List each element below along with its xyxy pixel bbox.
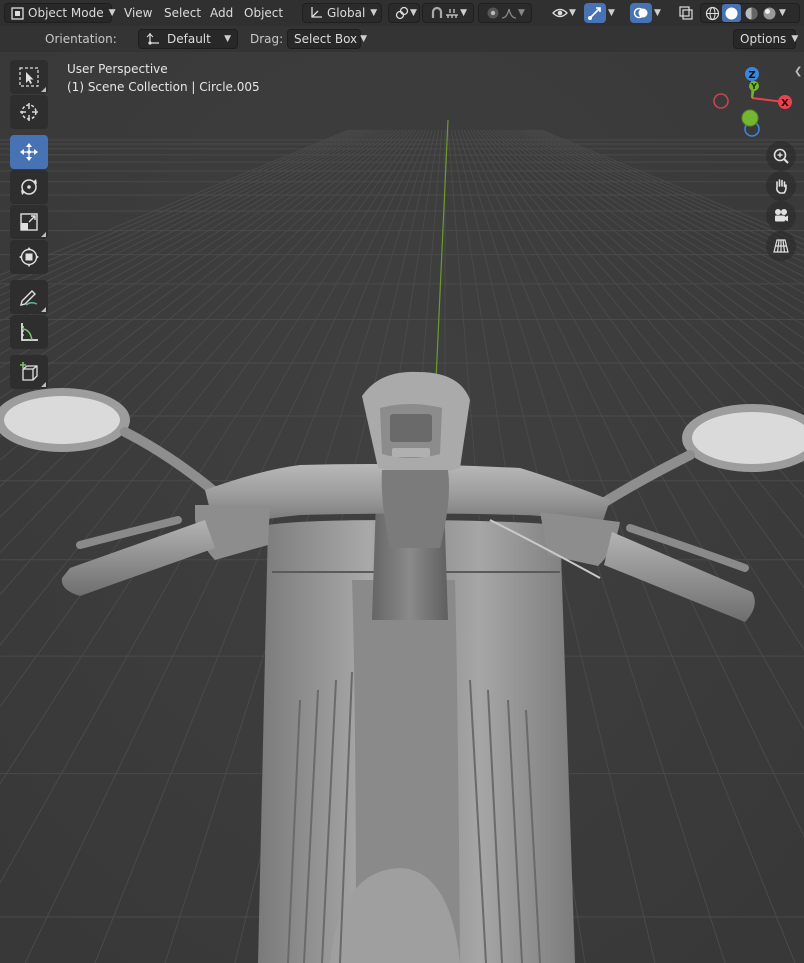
shading-mode-group: ▼: [700, 3, 800, 23]
menu-view[interactable]: View: [118, 3, 158, 23]
options-dropdown[interactable]: Options ▼: [733, 29, 799, 49]
transform-orientation-select[interactable]: Global ▼: [302, 3, 382, 23]
ruler-icon: [21, 323, 38, 341]
hand-icon: [776, 179, 787, 194]
chevron-down-icon: ▼: [460, 8, 467, 18]
mirror-left-glass: [4, 396, 120, 444]
chevron-down-icon: ▼: [108, 8, 116, 18]
chevron-down-icon[interactable]: ▼: [779, 8, 786, 18]
orientation-gizmo-icon: [145, 31, 161, 47]
drag-field-label: Drag:: [250, 32, 284, 46]
tool-scale[interactable]: [10, 205, 48, 239]
gizmo-z-label: Z: [748, 70, 755, 81]
grid-perspective-icon: [773, 239, 789, 253]
gizmo-neg-y[interactable]: [741, 109, 759, 127]
pencil-icon: [20, 290, 38, 306]
chevron-down-icon: ▼: [410, 8, 417, 18]
gizmo-icon: [587, 5, 603, 21]
ortho-toggle-button[interactable]: [766, 231, 796, 261]
snap-increment-icon: [444, 5, 459, 21]
drag-value: Select Box: [294, 32, 358, 46]
mode-selector[interactable]: Object Mode ▼: [4, 3, 116, 23]
gizmo-options[interactable]: ▼: [604, 3, 624, 23]
overlays-toggle[interactable]: [630, 3, 652, 23]
chevron-down-icon: ▼: [370, 8, 378, 18]
3d-viewport[interactable]: User Perspective (1) Scene Collection | …: [0, 0, 804, 963]
overlays-options[interactable]: ▼: [650, 3, 670, 23]
tool-select-box[interactable]: [10, 60, 48, 94]
gizmo-x-label: X: [781, 98, 789, 109]
tool-rotate[interactable]: [10, 170, 48, 204]
wireframe-shading-icon[interactable]: [704, 5, 720, 21]
tool-add-cube[interactable]: [10, 355, 48, 389]
transform-icon: [19, 247, 39, 267]
tool-transform[interactable]: [10, 240, 48, 274]
pivot-icon: [395, 5, 409, 21]
cursor-icon: [20, 103, 38, 121]
chevron-down-icon: ▼: [360, 34, 368, 44]
chevron-down-icon: ▼: [224, 34, 231, 44]
orientation-value: Default: [167, 32, 211, 46]
speedo-screen: [390, 414, 432, 442]
move-icon: [20, 143, 38, 161]
snap-controls[interactable]: ▼: [422, 3, 474, 23]
perspective-label: User Perspective: [67, 62, 168, 76]
gizmo-toggle[interactable]: [584, 3, 606, 23]
rendered-shading-icon[interactable]: [761, 5, 777, 21]
magnet-icon: [429, 5, 444, 21]
tool-move[interactable]: [10, 135, 48, 169]
sidebar-toggle-icon[interactable]: ❮: [794, 66, 802, 77]
xray-toggle[interactable]: [674, 3, 698, 23]
object-mode-icon: [11, 5, 24, 21]
headset-neck: [381, 470, 449, 548]
proportional-editing[interactable]: ▼: [478, 3, 532, 23]
scale-icon: [20, 213, 38, 231]
menu-select[interactable]: Select: [158, 3, 207, 23]
camera-icon: [775, 209, 788, 222]
eye-icon: [552, 5, 568, 21]
rotate-icon: [21, 179, 37, 195]
overlays-icon: [633, 5, 649, 21]
camera-view-button[interactable]: [766, 201, 796, 231]
material-shading-icon[interactable]: [743, 5, 759, 21]
menu-add[interactable]: Add: [204, 3, 239, 23]
orientation-field-label: Orientation:: [45, 32, 117, 46]
tool-cursor[interactable]: [10, 95, 48, 129]
viewport-header: Object Mode ▼ View Select Add Object Glo…: [0, 0, 804, 26]
chevron-down-icon: ▼: [654, 8, 661, 18]
tool-measure[interactable]: [10, 315, 48, 349]
options-label: Options: [740, 32, 787, 46]
speedo-lower: [392, 448, 430, 457]
gizmo-y-label: Y: [750, 82, 757, 91]
visibility-select[interactable]: ▼: [546, 3, 580, 23]
add-cube-icon: [20, 362, 38, 381]
mode-label: Object Mode: [28, 6, 104, 20]
orientation-label: Global: [327, 6, 366, 20]
collection-label: (1) Scene Collection | Circle.005: [67, 80, 260, 94]
orientation-dropdown[interactable]: Default ▼: [138, 29, 238, 49]
proportional-edit-icon: [485, 5, 501, 21]
pivot-point-select[interactable]: ▼: [388, 3, 420, 23]
xray-icon: [678, 5, 694, 21]
pan-button[interactable]: [766, 171, 796, 201]
gizmo-neg-x[interactable]: [713, 93, 729, 109]
navigation-gizmo[interactable]: Z Y X: [706, 62, 798, 142]
zoom-icon: [773, 148, 789, 164]
falloff-curve-icon: [501, 5, 517, 21]
viewport-info: User Perspective (1) Scene Collection | …: [67, 60, 260, 96]
tool-annotate[interactable]: [10, 280, 48, 314]
chevron-down-icon: ▼: [608, 8, 615, 18]
chevron-down-icon: ▼: [791, 34, 799, 44]
select-box-icon: [19, 67, 39, 87]
chevron-down-icon: ▼: [518, 8, 525, 18]
orientation-axes-icon: [309, 5, 323, 21]
zoom-button[interactable]: [766, 141, 796, 171]
solid-shading-icon[interactable]: [722, 4, 741, 22]
tool-settings-header: Orientation: Default ▼ Drag: Select Box …: [0, 26, 804, 52]
chevron-down-icon: ▼: [569, 8, 576, 18]
viewport-scene[interactable]: [0, 0, 804, 963]
drag-dropdown[interactable]: Select Box ▼: [287, 29, 367, 49]
menu-object[interactable]: Object: [238, 3, 289, 23]
